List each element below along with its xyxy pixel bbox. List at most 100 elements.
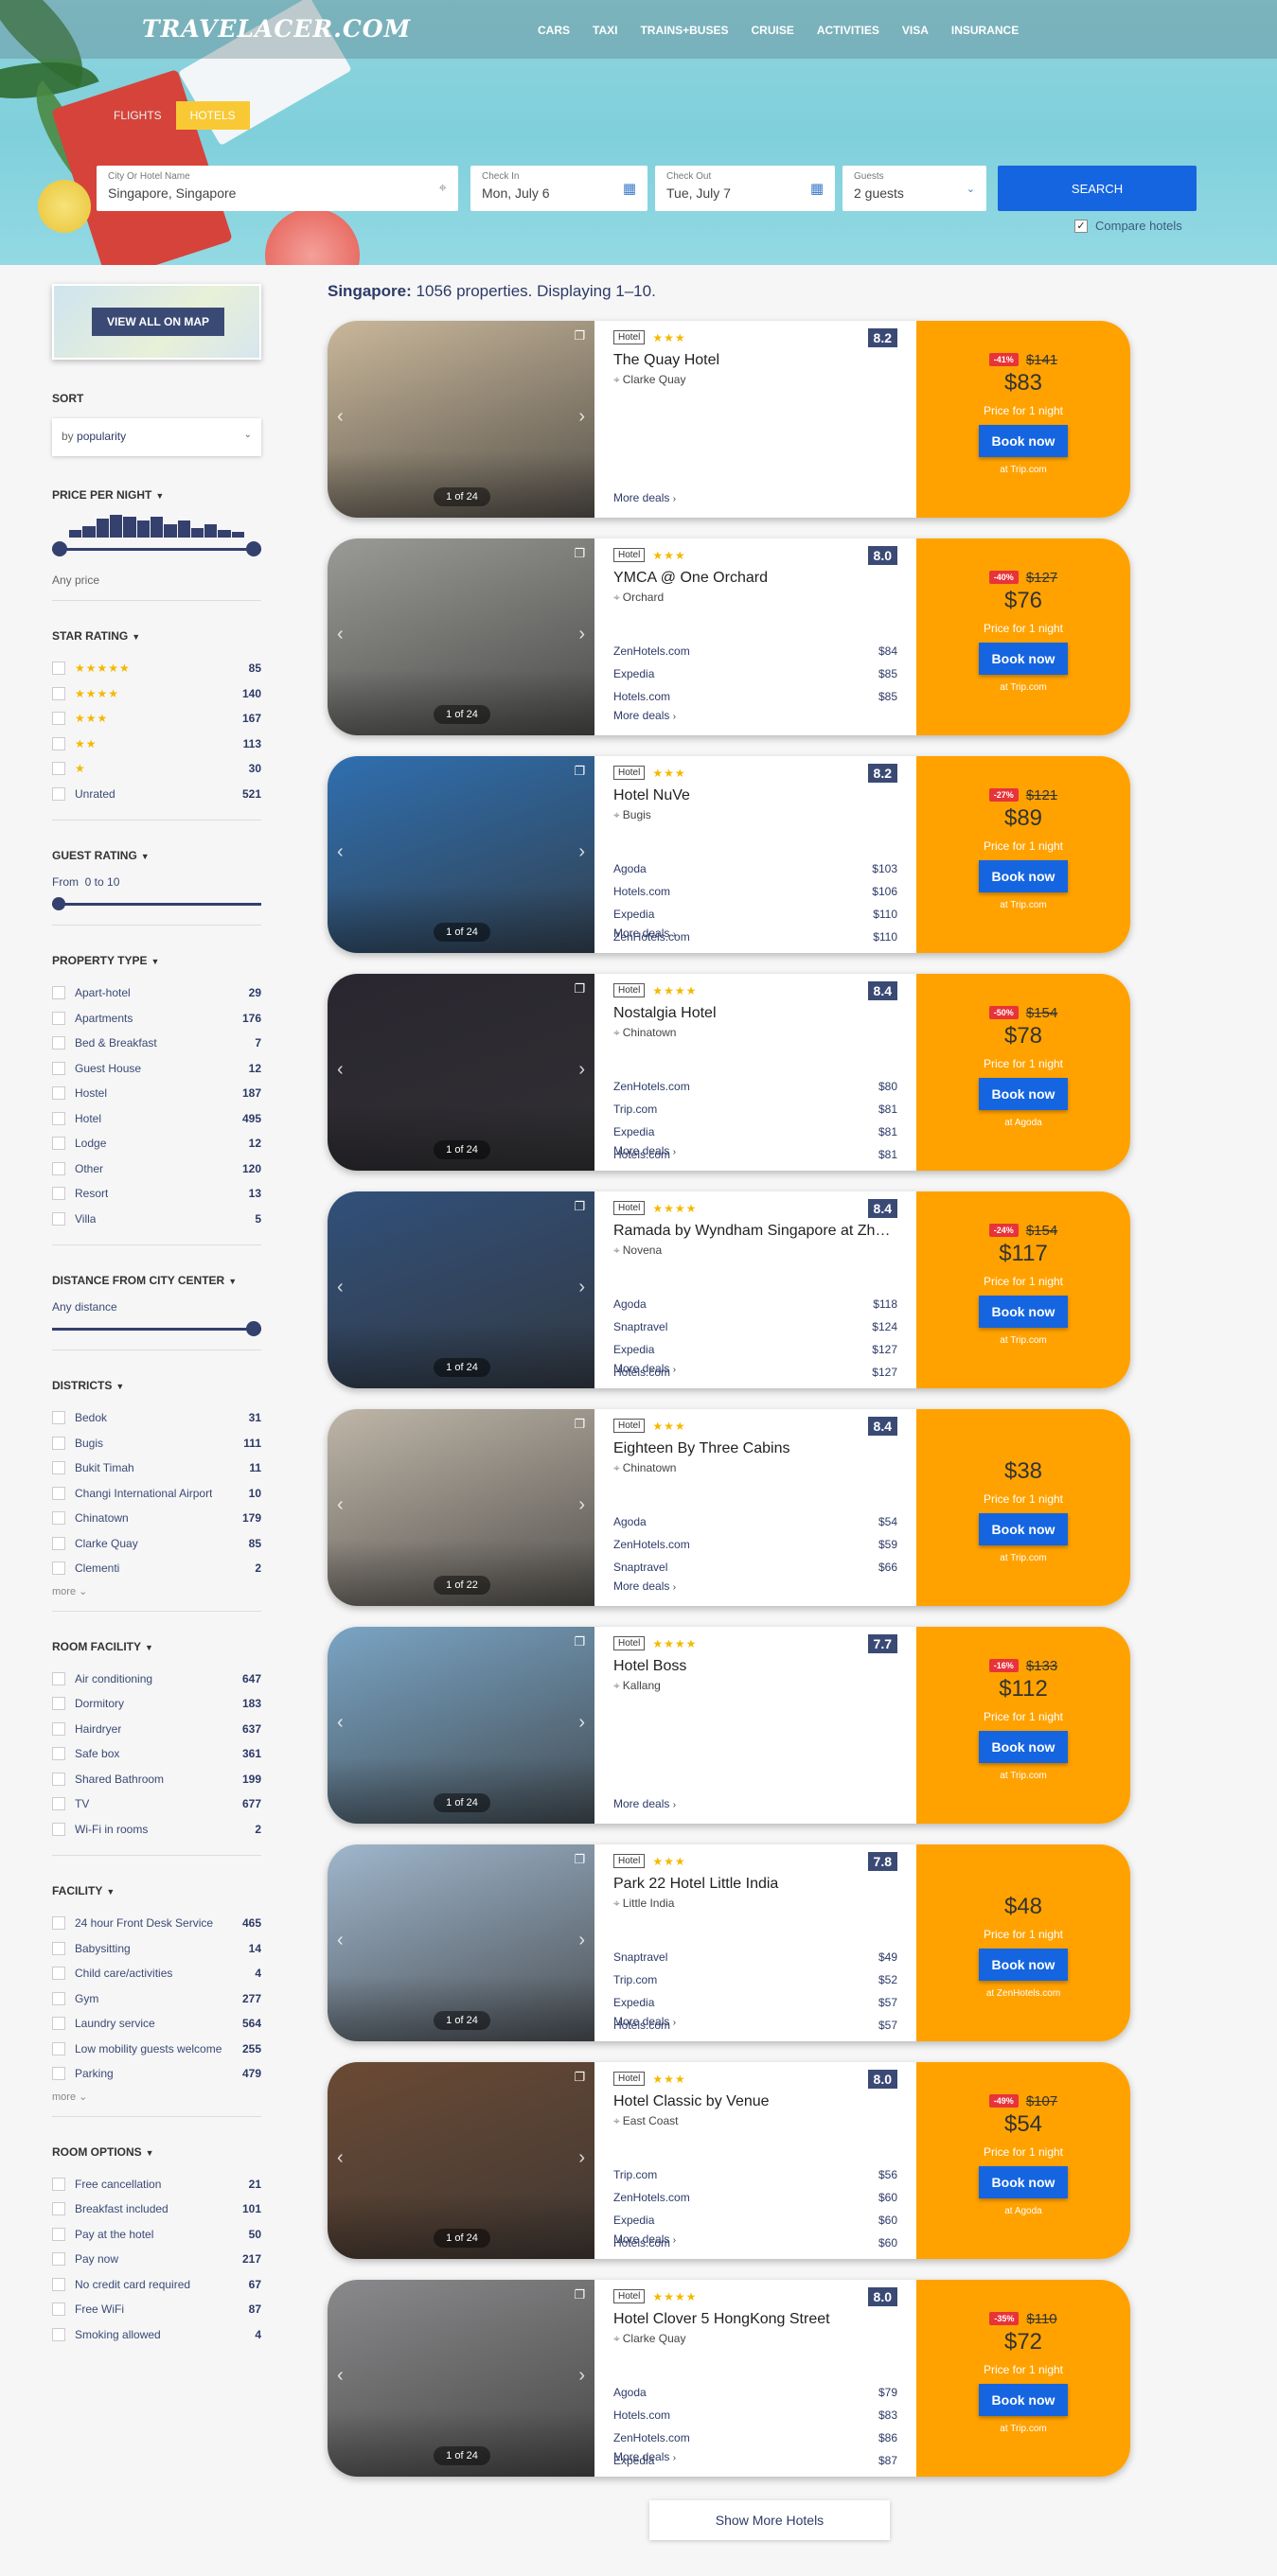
filter-checkbox[interactable] — [52, 1747, 65, 1761]
tab-hotels[interactable]: HOTELS — [175, 101, 250, 130]
nav-insurance[interactable]: INSURANCE — [951, 24, 1019, 37]
checkin-field[interactable]: Check In Mon, July 6 ▦ — [470, 166, 647, 211]
deal-row[interactable]: Trip.com $56 — [613, 2168, 897, 2191]
star-filter-row[interactable]: ★★★★ 140 — [52, 681, 261, 707]
property-type-title[interactable]: PROPERTY TYPE ▼ — [52, 954, 261, 967]
price-slider[interactable] — [52, 541, 261, 556]
filter-checkbox[interactable] — [52, 1916, 65, 1931]
filter-row[interactable]: Parking 479 — [52, 2061, 261, 2087]
filter-row[interactable]: Bedok 31 — [52, 1405, 261, 1431]
gallery-icon[interactable]: ❐ — [574, 1852, 585, 1867]
guests-select[interactable]: 2 guests — [854, 185, 904, 201]
hotel-photo[interactable]: ❐ ‹ › 1 of 24 — [328, 974, 594, 1171]
book-now-button[interactable]: Book now — [979, 2166, 1068, 2198]
filter-checkbox[interactable] — [52, 1486, 65, 1500]
chevron-right-icon[interactable]: › — [578, 1712, 585, 1734]
chevron-left-icon[interactable]: ‹ — [337, 2147, 344, 2169]
nav-cars[interactable]: CARS — [538, 24, 570, 37]
chevron-right-icon[interactable]: › — [578, 1277, 585, 1298]
hotel-photo[interactable]: ❐ ‹ › 1 of 22 — [328, 1409, 594, 1606]
filter-row[interactable]: Other 120 — [52, 1156, 261, 1182]
filter-row[interactable]: Child care/activities 4 — [52, 1961, 261, 1986]
facility-title[interactable]: FACILITY ▼ — [52, 1884, 261, 1897]
filter-row[interactable]: Gym 277 — [52, 1986, 261, 2012]
checkout-input[interactable]: Tue, July 7 — [666, 185, 731, 201]
filter-checkbox[interactable] — [52, 1187, 65, 1201]
filter-row[interactable]: No credit card required 67 — [52, 2272, 261, 2298]
star-filter-row[interactable]: ★★ 113 — [52, 732, 261, 757]
filter-checkbox[interactable] — [52, 2017, 65, 2031]
chevron-right-icon[interactable]: › — [578, 841, 585, 863]
book-now-button[interactable]: Book now — [979, 1731, 1068, 1763]
gallery-icon[interactable]: ❐ — [574, 546, 585, 561]
chevron-right-icon[interactable]: › — [578, 1494, 585, 1516]
filter-row[interactable]: Wi-Fi in rooms 2 — [52, 1817, 261, 1843]
filter-checkbox[interactable] — [52, 1721, 65, 1736]
compare-hotels[interactable]: ✓ Compare hotels — [1074, 219, 1182, 233]
deal-row[interactable]: Agoda $54 — [613, 1515, 897, 1538]
hotel-name[interactable]: Hotel Clover 5 HongKong Street — [613, 2311, 897, 2328]
map-preview[interactable]: VIEW ALL ON MAP — [52, 284, 261, 360]
filter-row[interactable]: TV 677 — [52, 1791, 261, 1817]
hotel-name[interactable]: YMCA @ One Orchard — [613, 570, 897, 587]
filter-checkbox[interactable] — [52, 1211, 65, 1226]
city-input[interactable]: Singapore, Singapore — [108, 185, 236, 201]
facility-more-link[interactable]: more ⌄ — [52, 2091, 261, 2103]
hotel-photo[interactable]: ❐ ‹ › 1 of 24 — [328, 2062, 594, 2259]
filter-checkbox[interactable] — [52, 2067, 65, 2081]
gallery-icon[interactable]: ❐ — [574, 2070, 585, 2085]
filter-row[interactable]: Pay at the hotel 50 — [52, 2222, 261, 2248]
filter-checkbox[interactable] — [52, 1941, 65, 1955]
compare-checkbox[interactable]: ✓ — [1074, 219, 1088, 233]
hotel-name[interactable]: Nostalgia Hotel — [613, 1005, 897, 1022]
guest-rating-handle[interactable] — [52, 897, 65, 910]
deal-row[interactable]: ZenHotels.com $60 — [613, 2191, 897, 2214]
filter-row[interactable]: Smoking allowed 4 — [52, 2322, 261, 2348]
price-max-handle[interactable] — [246, 541, 261, 556]
deal-row[interactable]: Snaptravel $124 — [613, 1320, 897, 1343]
show-more-button[interactable]: Show More Hotels — [649, 2500, 890, 2540]
checkout-field[interactable]: Check Out Tue, July 7 ▦ — [655, 166, 835, 211]
hotel-card[interactable]: ❐ ‹ › 1 of 24 Hotel ★★★ 8.2 Hotel NuVe ⌖ B… — [328, 756, 1130, 953]
filter-checkbox[interactable] — [52, 2041, 65, 2056]
nav-trains-buses[interactable]: TRAINS+BUSES — [640, 24, 728, 37]
chevron-left-icon[interactable]: ‹ — [337, 1494, 344, 1516]
filter-checkbox[interactable] — [52, 762, 65, 776]
deal-row[interactable]: ZenHotels.com $59 — [613, 1538, 897, 1561]
deal-row[interactable]: ZenHotels.com $80 — [613, 1080, 897, 1103]
chevron-right-icon[interactable]: › — [578, 1059, 585, 1081]
deal-row[interactable]: Agoda $103 — [613, 862, 897, 885]
filter-row[interactable]: Hostel 187 — [52, 1081, 261, 1106]
chevron-left-icon[interactable]: ‹ — [337, 406, 344, 428]
filter-checkbox[interactable] — [52, 1436, 65, 1450]
hotel-card[interactable]: ❐ ‹ › 1 of 24 Hotel ★★★★ 8.4 Ramada by Wy… — [328, 1191, 1130, 1388]
deal-row[interactable]: Trip.com $81 — [613, 1103, 897, 1125]
hotel-name[interactable]: Hotel NuVe — [613, 787, 897, 804]
filter-checkbox[interactable] — [52, 2227, 65, 2241]
gallery-icon[interactable]: ❐ — [574, 1417, 585, 1432]
filter-row[interactable]: Safe box 361 — [52, 1741, 261, 1767]
distance-slider[interactable] — [52, 1321, 261, 1336]
deal-row[interactable]: Expedia $85 — [613, 667, 897, 690]
filter-checkbox[interactable] — [52, 1086, 65, 1101]
more-deals-link[interactable]: More deals › — [613, 1362, 676, 1375]
nav-cruise[interactable]: CRUISE — [752, 24, 794, 37]
book-now-button[interactable]: Book now — [979, 1078, 1068, 1110]
filter-checkbox[interactable] — [52, 1111, 65, 1125]
more-deals-link[interactable]: More deals › — [613, 2450, 676, 2463]
more-deals-link[interactable]: More deals › — [613, 1579, 676, 1593]
filter-row[interactable]: Shared Bathroom 199 — [52, 1767, 261, 1792]
more-deals-link[interactable]: More deals › — [613, 926, 676, 940]
hotel-name[interactable]: Hotel Boss — [613, 1658, 897, 1675]
filter-row[interactable]: Resort 13 — [52, 1181, 261, 1207]
book-now-button[interactable]: Book now — [979, 2384, 1068, 2416]
gallery-icon[interactable]: ❐ — [574, 2287, 585, 2303]
filter-checkbox[interactable] — [52, 1137, 65, 1151]
star-filter-row[interactable]: ★ 30 — [52, 756, 261, 782]
star-filter-row[interactable]: Unrated 521 — [52, 782, 261, 807]
hotel-name[interactable]: The Quay Hotel — [613, 352, 897, 369]
chevron-left-icon[interactable]: ‹ — [337, 1059, 344, 1081]
filter-checkbox[interactable] — [52, 1036, 65, 1050]
star-rating-title[interactable]: STAR RATING ▼ — [52, 629, 261, 643]
filter-checkbox[interactable] — [52, 736, 65, 750]
